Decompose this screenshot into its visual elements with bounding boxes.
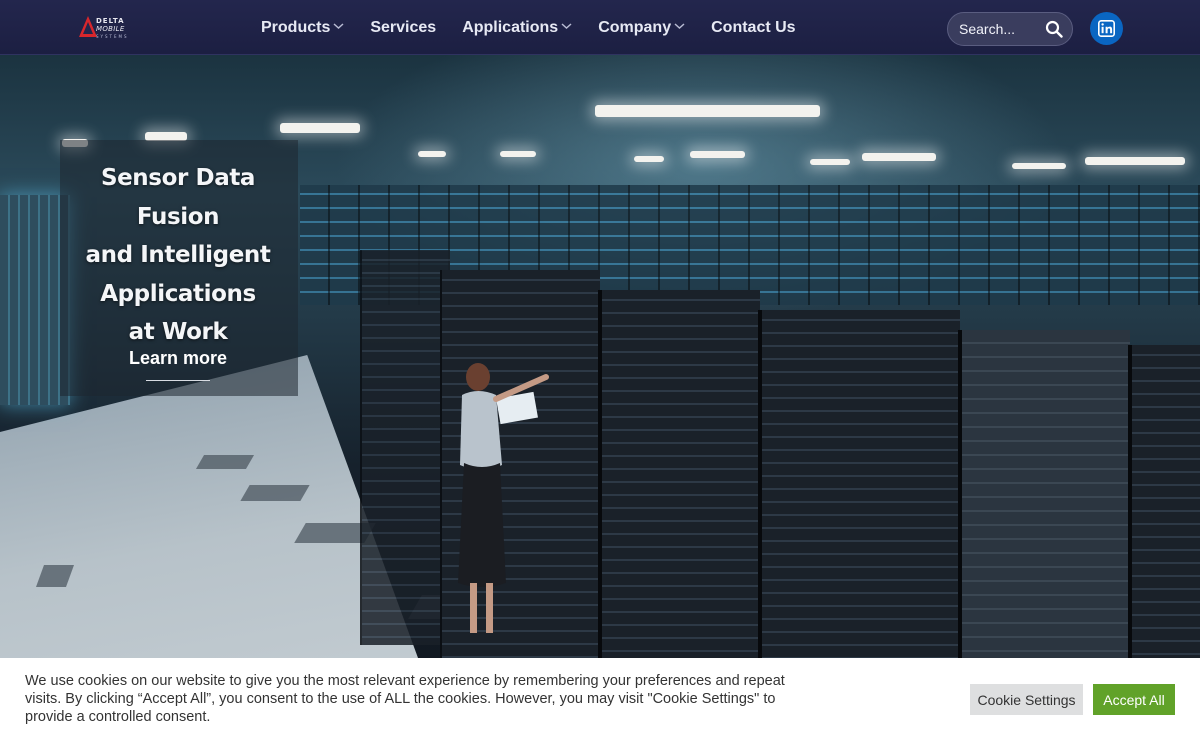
main-nav: Products Services Applications Company C… (261, 0, 822, 55)
delta-triangle-icon (79, 16, 97, 37)
cookie-message: We use cookies on our website to give yo… (25, 673, 785, 725)
linkedin-button[interactable] (1090, 12, 1123, 45)
nav-item-label: Services (370, 18, 437, 36)
nav-item-applications[interactable]: Applications (462, 19, 572, 37)
cookie-settings-button[interactable]: Cookie Settings (970, 684, 1083, 715)
nav-item-label: Contact Us (711, 18, 796, 36)
learn-more-link[interactable]: Learn more (60, 348, 296, 369)
nav-item-company[interactable]: Company (598, 19, 685, 37)
hero-title-line: and Intelligent (85, 242, 271, 268)
accept-all-button[interactable]: Accept All (1093, 684, 1175, 715)
hero-title-line: at Work (128, 319, 228, 345)
chevron-down-icon (333, 23, 344, 30)
nav-item-contact-us[interactable]: Contact Us (711, 19, 795, 37)
hero-title-line: Sensor Data Fusion (100, 165, 256, 230)
site-logo[interactable]: DELTA MOBILE SYSTEMS (78, 15, 128, 41)
linkedin-icon (1098, 20, 1115, 37)
logo-text-systems: SYSTEMS (96, 34, 129, 39)
search-input[interactable] (959, 21, 1045, 37)
chevron-down-icon (561, 23, 572, 30)
nav-item-label: Applications (462, 18, 559, 36)
chevron-down-icon (674, 23, 685, 30)
cookie-consent-bar: We use cookies on our website to give yo… (0, 658, 1200, 740)
hero-section: Sensor Data Fusion and Intelligent Appli… (0, 55, 1200, 740)
logo-text-mobile: MOBILE (96, 25, 125, 33)
technician-figure (458, 363, 549, 633)
hero-title: Sensor Data Fusion and Intelligent Appli… (60, 159, 296, 352)
nav-item-label: Products (261, 18, 331, 36)
nav-item-services[interactable]: Services (370, 19, 436, 37)
search-box (947, 12, 1073, 46)
nav-item-products[interactable]: Products (261, 19, 344, 37)
search-icon[interactable] (1045, 20, 1063, 38)
nav-item-label: Company (598, 18, 672, 36)
logo-text-delta: DELTA (96, 17, 125, 25)
site-header: DELTA MOBILE SYSTEMS Products Services A… (0, 0, 1200, 55)
hero-title-line: Applications (100, 280, 256, 307)
learn-more-underline (146, 380, 210, 381)
